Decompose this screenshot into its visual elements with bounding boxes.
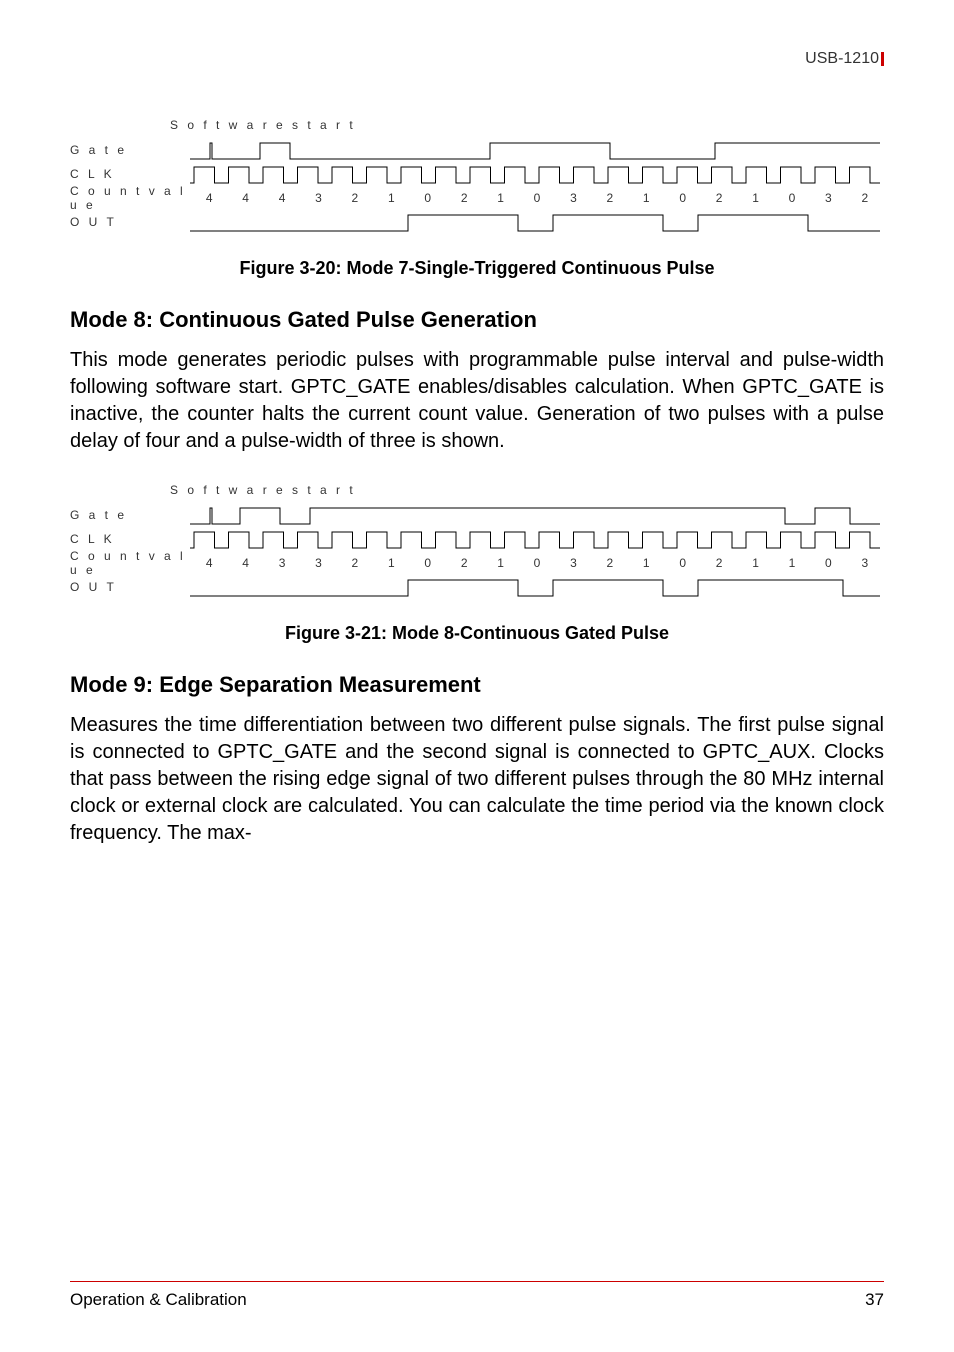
count-val: 1 (483, 556, 519, 570)
count-val: 0 (775, 191, 811, 205)
software-start-label-2: S o f t w a r e s t a r t (170, 483, 884, 497)
count-label: C o u n t v a l u e (70, 184, 190, 212)
count-val: 2 (338, 556, 374, 570)
count-val: 1 (374, 191, 410, 205)
mode9-text: Measures the time differentiation betwee… (70, 712, 884, 847)
mode8-text: This mode generates periodic pulses with… (70, 347, 884, 455)
count-val: 3 (848, 556, 884, 570)
model-label: USB-1210 (805, 50, 879, 67)
clk-waveform-2 (190, 528, 884, 550)
count-val: 0 (520, 191, 556, 205)
count-val: 1 (629, 191, 665, 205)
timing-diagram-mode7: S o f t w a r e s t a r t G a t e C L K … (70, 118, 884, 234)
count-val: 2 (702, 556, 738, 570)
count-val: 4 (192, 556, 228, 570)
count-val: 3 (811, 191, 847, 205)
count-val: 3 (301, 556, 337, 570)
count-val: 3 (556, 556, 592, 570)
count-val: 3 (301, 191, 337, 205)
page-header: USB-1210 (70, 50, 884, 68)
count-val: 0 (411, 556, 447, 570)
count-val: 1 (775, 556, 811, 570)
count-val: 1 (374, 556, 410, 570)
count-val: 3 (265, 556, 301, 570)
count-val: 0 (520, 556, 556, 570)
count-val: 0 (411, 191, 447, 205)
count-values-2: 4433210210321021103 (190, 556, 884, 570)
count-val: 0 (665, 556, 701, 570)
software-start-label: S o f t w a r e s t a r t (170, 118, 884, 132)
count-val: 0 (665, 191, 701, 205)
timing-diagram-mode8: S o f t w a r e s t a r t G a t e C L K … (70, 483, 884, 599)
count-val: 4 (192, 191, 228, 205)
count-val: 1 (738, 556, 774, 570)
out-label: O U T (70, 215, 190, 229)
count-val: 2 (447, 556, 483, 570)
mode9-heading: Mode 9: Edge Separation Measurement (70, 672, 884, 698)
count-val: 0 (811, 556, 847, 570)
clk-waveform (190, 163, 884, 185)
count-val: 4 (228, 556, 264, 570)
count-val: 2 (338, 191, 374, 205)
figure-caption-2: Figure 3-21: Mode 8-Continuous Gated Pul… (70, 623, 884, 644)
clk-svg (190, 163, 880, 185)
footer-page-number: 37 (865, 1290, 884, 1310)
clk-label: C L K (70, 167, 190, 181)
gate-label: G a t e (70, 143, 190, 157)
header-bar-icon (881, 52, 884, 66)
count-val: 4 (265, 191, 301, 205)
mode8-heading: Mode 8: Continuous Gated Pulse Generatio… (70, 307, 884, 333)
footer-section: Operation & Calibration (70, 1290, 247, 1310)
out-waveform (190, 211, 884, 233)
gate-waveform (190, 139, 884, 161)
count-val: 4 (228, 191, 264, 205)
count-val: 2 (593, 191, 629, 205)
count-label-2: C o u n t v a l u e (70, 549, 190, 577)
count-val: 2 (447, 191, 483, 205)
page-footer: Operation & Calibration 37 (70, 1281, 884, 1310)
out-waveform-2 (190, 576, 884, 598)
count-val: 2 (848, 191, 884, 205)
count-val: 2 (593, 556, 629, 570)
count-val: 1 (629, 556, 665, 570)
count-values: 4443210210321021032 (190, 191, 884, 205)
gate-label-2: G a t e (70, 508, 190, 522)
out-label-2: O U T (70, 580, 190, 594)
figure-caption-1: Figure 3-20: Mode 7-Single-Triggered Con… (70, 258, 884, 279)
clk-label-2: C L K (70, 532, 190, 546)
gate-waveform-2 (190, 504, 884, 526)
count-val: 1 (738, 191, 774, 205)
count-val: 1 (483, 191, 519, 205)
count-val: 2 (702, 191, 738, 205)
count-val: 3 (556, 191, 592, 205)
